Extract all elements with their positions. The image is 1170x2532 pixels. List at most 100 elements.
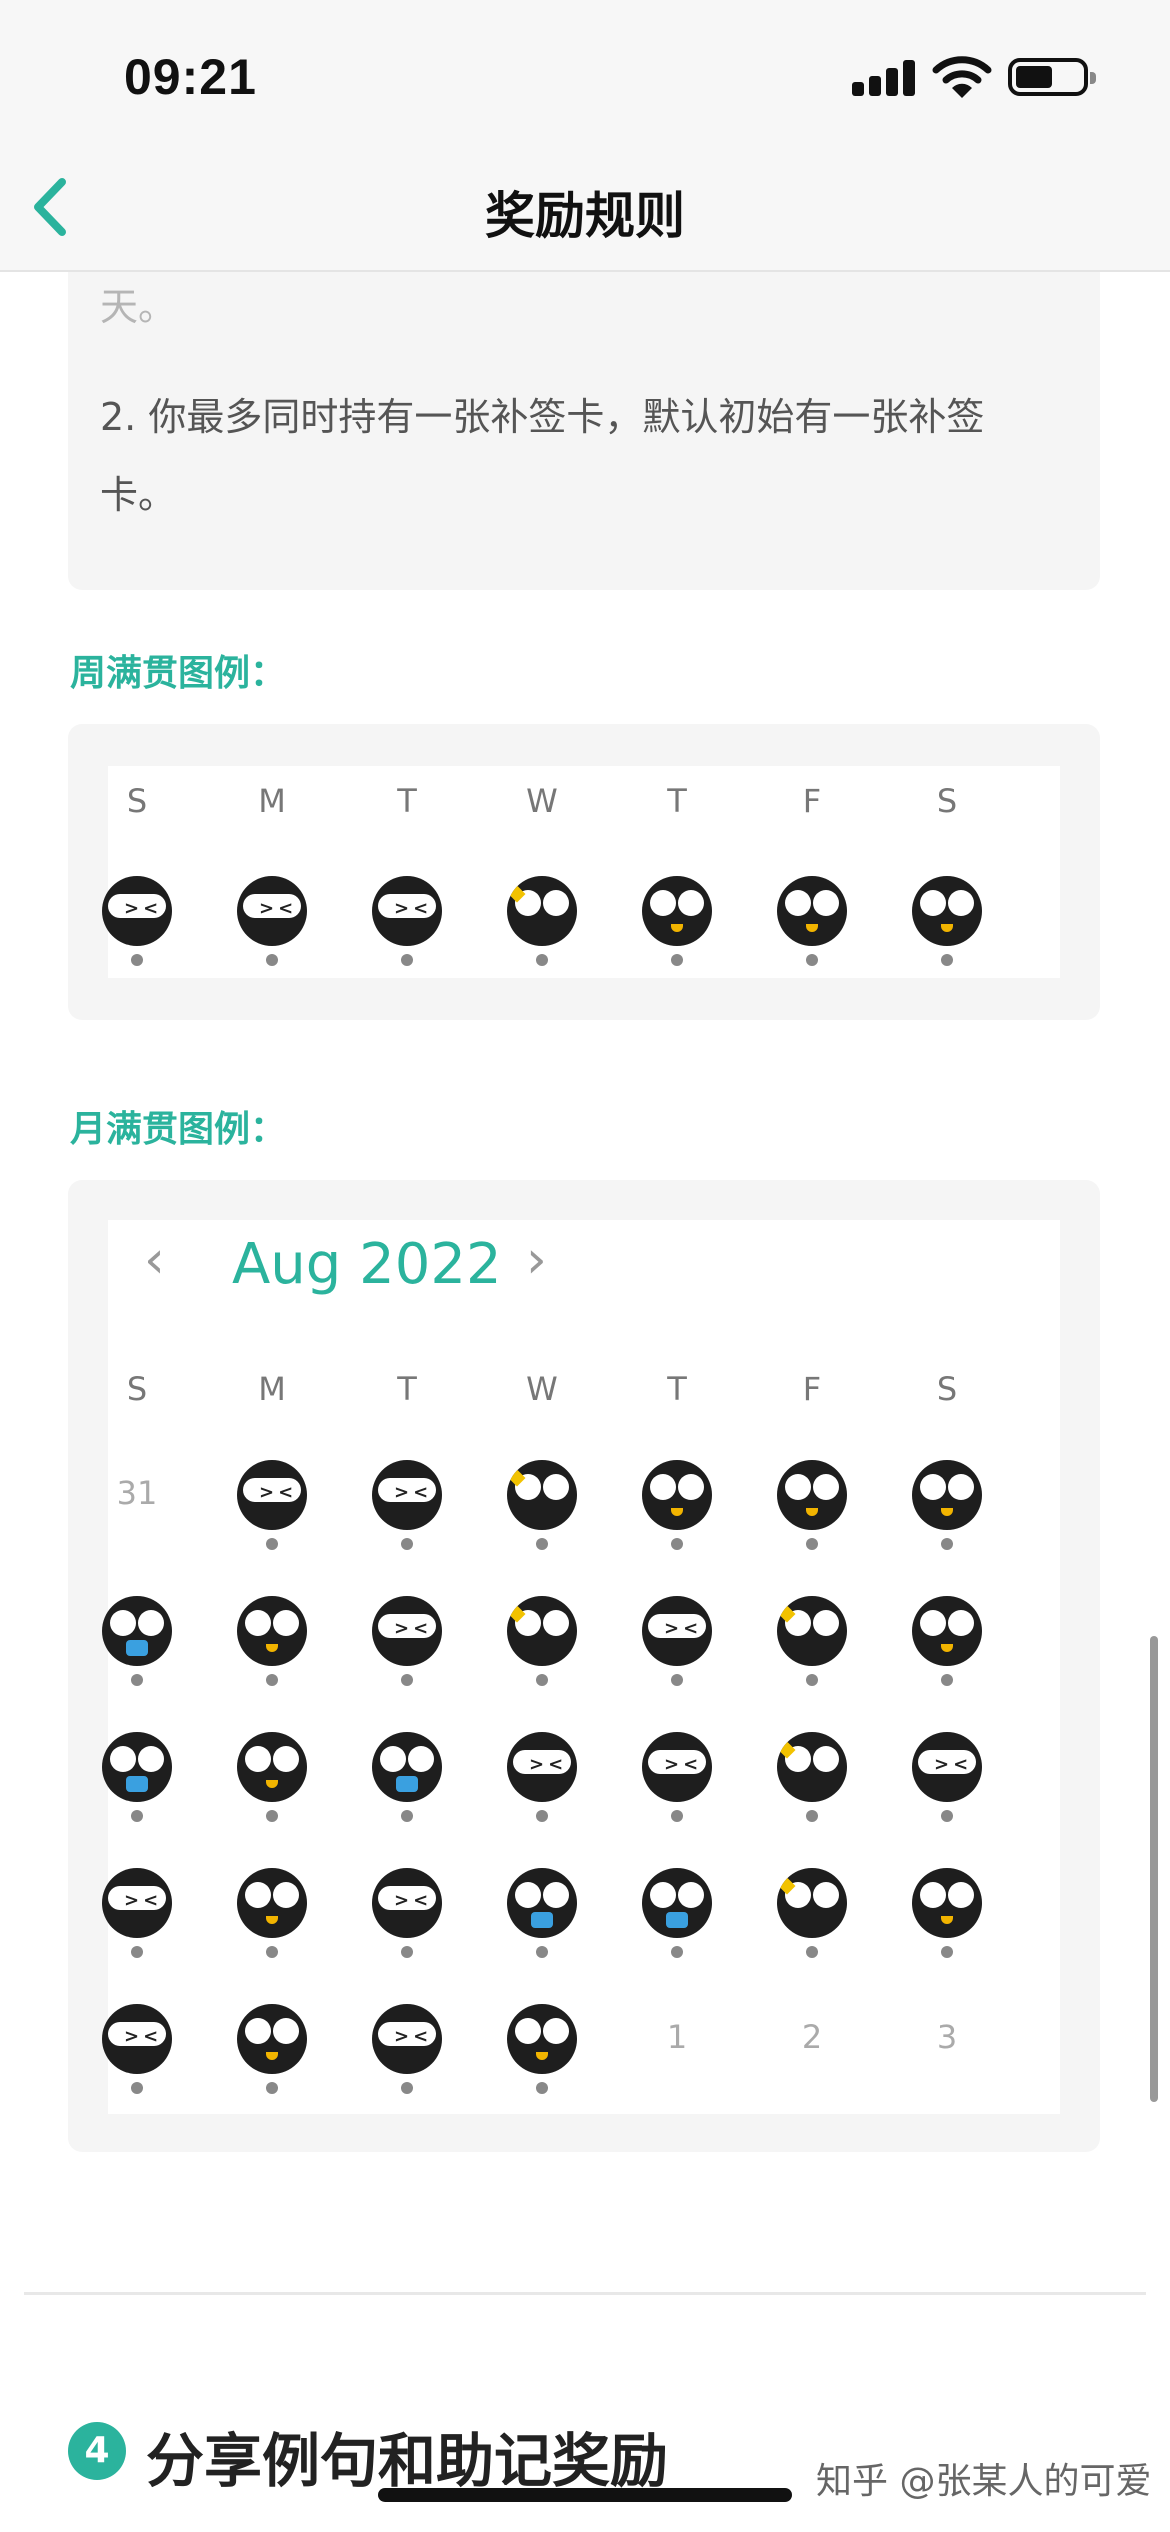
day-number[interactable]: 3 xyxy=(907,2018,987,2056)
owl-wink-star-icon xyxy=(777,1732,847,1802)
weekday-label: M xyxy=(258,782,286,820)
day-dot xyxy=(671,1946,683,1958)
owl-happy-beak-icon xyxy=(777,1460,847,1530)
owl-wink-star-icon xyxy=(777,1868,847,1938)
day-dot xyxy=(536,1946,548,1958)
owl-happy-beak-icon xyxy=(642,876,712,946)
owl-bandana-icon: >< xyxy=(507,1732,577,1802)
top-bar: 09:21 奖励规则 xyxy=(0,0,1170,272)
day-dot xyxy=(941,1946,953,1958)
day-number[interactable]: 1 xyxy=(637,2018,717,2056)
weekday-label: T xyxy=(397,782,417,820)
weekday-label: M xyxy=(258,1370,286,1408)
status-time: 09:21 xyxy=(124,49,257,105)
day-dot xyxy=(536,2082,548,2094)
day-dot xyxy=(671,1674,683,1686)
weekday-label: F xyxy=(802,782,822,820)
day-dot xyxy=(401,1674,413,1686)
weekday-label: T xyxy=(667,1370,687,1408)
owl-mask-icon xyxy=(372,1732,442,1802)
day-dot xyxy=(266,1674,278,1686)
owl-mask-icon xyxy=(642,1868,712,1938)
owl-happy-beak-icon xyxy=(237,1732,307,1802)
day-dot xyxy=(131,1946,143,1958)
home-indicator[interactable] xyxy=(378,2488,792,2502)
day-dot xyxy=(671,954,683,966)
owl-bandana-icon: >< xyxy=(372,1460,442,1530)
weekday-label: S xyxy=(126,782,148,820)
day-number[interactable]: 2 xyxy=(772,2018,852,2056)
owl-bandana-icon: >< xyxy=(372,1868,442,1938)
owl-mask-icon xyxy=(507,1868,577,1938)
owl-bandana-icon: >< xyxy=(102,2004,172,2074)
owl-wink-star-icon xyxy=(777,1596,847,1666)
day-dot xyxy=(536,1674,548,1686)
day-dot xyxy=(266,1538,278,1550)
owl-happy-beak-icon xyxy=(507,2004,577,2074)
owl-happy-beak-icon xyxy=(777,876,847,946)
day-dot xyxy=(131,1810,143,1822)
day-dot xyxy=(806,1810,818,1822)
owl-bandana-icon: >< xyxy=(912,1732,982,1802)
day-dot xyxy=(266,2082,278,2094)
day-dot xyxy=(941,954,953,966)
section-divider xyxy=(24,2292,1146,2295)
day-number[interactable]: 31 xyxy=(97,1474,177,1512)
weekday-label: W xyxy=(526,782,558,820)
day-dot xyxy=(401,1538,413,1550)
owl-happy-beak-icon xyxy=(642,1460,712,1530)
owl-bandana-icon: >< xyxy=(102,876,172,946)
weekday-label: S xyxy=(126,1370,148,1408)
day-dot xyxy=(131,2082,143,2094)
day-dot xyxy=(806,1674,818,1686)
rule-text-2b: 卡。 xyxy=(100,473,177,517)
month-legend-card: ‹ Aug 2022 › S M T W T F S 31 >< >< >< >< >< >< >< >< ><… xyxy=(68,1180,1100,2152)
battery-icon xyxy=(1008,58,1096,96)
owl-bandana-icon: >< xyxy=(372,1596,442,1666)
next-month-button[interactable]: › xyxy=(526,1230,547,1290)
owl-happy-beak-icon xyxy=(237,2004,307,2074)
wifi-icon xyxy=(932,56,992,98)
day-dot xyxy=(941,1538,953,1550)
day-dot xyxy=(806,1538,818,1550)
weekday-label: T xyxy=(397,1370,417,1408)
owl-happy-beak-icon xyxy=(912,1460,982,1530)
watermark: 知乎 @张某人的可爱 xyxy=(816,2461,1152,2502)
day-dot xyxy=(806,954,818,966)
day-dot xyxy=(536,1810,548,1822)
owl-wink-star-icon xyxy=(507,1596,577,1666)
month-legend-calendar: ‹ Aug 2022 › S M T W T F S 3 1 >< >< >< >< >< >< >< >< ><… xyxy=(102,1220,1060,2114)
rule-text-2a: 2. 你最多同时持有一张补签卡，默认初始有一张补签 xyxy=(100,395,985,439)
owl-happy-beak-icon xyxy=(237,1596,307,1666)
owl-bandana-icon: >< xyxy=(642,1732,712,1802)
prev-month-button[interactable]: ‹ xyxy=(144,1230,165,1290)
day-dot xyxy=(266,1946,278,1958)
weekday-label: S xyxy=(936,1370,958,1408)
day-dot xyxy=(131,954,143,966)
day-dot xyxy=(536,954,548,966)
week-legend-calendar: S M T W T F S >< >< >< xyxy=(102,766,1060,978)
owl-mask-icon xyxy=(102,1596,172,1666)
owl-bandana-icon: >< xyxy=(102,1868,172,1938)
owl-wink-star-icon xyxy=(507,876,577,946)
owl-happy-beak-icon xyxy=(912,876,982,946)
week-legend-heading: 周满贯图例： xyxy=(70,653,287,694)
scrollbar[interactable] xyxy=(1150,1636,1158,2102)
day-dot xyxy=(401,954,413,966)
day-dot xyxy=(536,1538,548,1550)
section-number-badge: 4 xyxy=(68,2422,126,2480)
page-title: 奖励规则 xyxy=(485,187,685,245)
owl-happy-beak-icon xyxy=(912,1868,982,1938)
weekday-label: T xyxy=(667,782,687,820)
day-dot xyxy=(401,2082,413,2094)
owl-wink-star-icon xyxy=(507,1460,577,1530)
owl-happy-beak-icon xyxy=(237,1868,307,1938)
day-dot xyxy=(941,1674,953,1686)
weekday-label: S xyxy=(936,782,958,820)
day-dot xyxy=(401,1946,413,1958)
owl-bandana-icon: >< xyxy=(372,876,442,946)
owl-bandana-icon: >< xyxy=(237,876,307,946)
signal-icon xyxy=(852,60,915,96)
owl-bandana-icon: >< xyxy=(237,1460,307,1530)
month-legend-heading: 月满贯图例： xyxy=(70,1109,287,1150)
